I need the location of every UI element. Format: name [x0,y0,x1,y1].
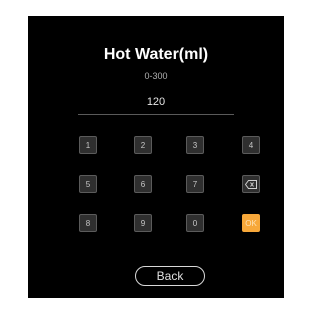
value-underline [78,114,234,115]
back-button[interactable]: Back [135,266,205,286]
key-4[interactable]: 4 [242,136,260,154]
key-2[interactable]: 2 [134,136,152,154]
key-5[interactable]: 5 [79,175,97,193]
key-0[interactable]: 0 [186,214,204,232]
key-6[interactable]: 6 [134,175,152,193]
hot-water-dialog: Hot Water(ml) 0-300 120 1 2 3 4 5 6 7 8 … [28,16,284,298]
backspace-button[interactable] [242,175,260,193]
dialog-title: Hot Water(ml) [103,46,209,63]
key-8[interactable]: 8 [79,214,97,232]
key-7[interactable]: 7 [186,175,204,193]
backspace-icon [245,179,257,189]
ok-button[interactable]: OK [242,214,260,232]
key-1[interactable]: 1 [79,136,97,154]
back-button-label: Back [156,269,184,283]
key-9[interactable]: 9 [134,214,152,232]
value-display[interactable]: 120 [28,96,284,108]
value-range: 0-300 [144,71,168,81]
key-3[interactable]: 3 [186,136,204,154]
